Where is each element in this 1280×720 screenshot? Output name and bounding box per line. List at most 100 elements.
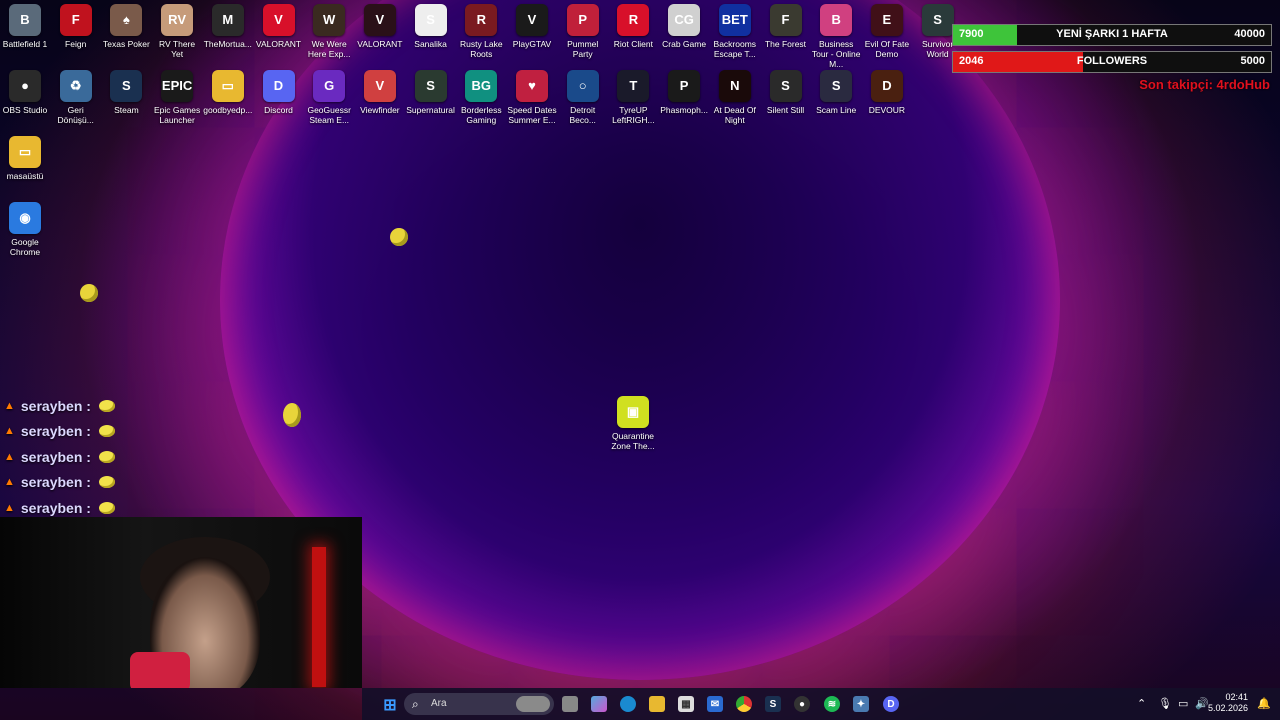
app-icon: S: [820, 70, 853, 102]
app-icon: F: [59, 4, 92, 36]
app-icon: ♠: [110, 4, 143, 36]
desktop-icon-label: Supernatural: [406, 105, 455, 115]
potato-emote-icon: [390, 228, 408, 246]
file-explorer-icon[interactable]: [649, 696, 665, 712]
desktop-icon-label: TyreUP LeftRIGH...: [612, 105, 655, 125]
webcam-feed: [0, 517, 362, 688]
desktop-icon[interactable]: EPIC Epic Games Launcher: [152, 70, 202, 125]
desktop-icon[interactable]: M TheMortua...: [203, 4, 253, 49]
discord-taskbar-icon[interactable]: D: [883, 696, 899, 712]
desktop-icon[interactable]: F The Forest: [761, 4, 811, 49]
desktop-icon-label: Detroit Beco...: [569, 105, 596, 125]
desktop-icon[interactable]: ○ Detroit Beco...: [558, 70, 608, 125]
desktop-icon[interactable]: ♥ Speed Dates Summer E...: [507, 70, 557, 125]
chrome-taskbar-icon[interactable]: [736, 696, 752, 712]
flame-badge-icon: ▲: [4, 425, 15, 438]
search-icon: ⌕: [412, 697, 419, 711]
chevron-up-icon[interactable]: ⌃: [1137, 697, 1146, 710]
obs-taskbar-icon[interactable]: ●: [794, 696, 810, 712]
chat-username: serayben :: [20, 448, 91, 465]
desktop-icon-label: goodbyedp...: [203, 105, 253, 115]
desktop-icon[interactable]: S Silent Still: [761, 70, 811, 115]
desktop-icon[interactable]: P Phasmoph...: [659, 70, 709, 115]
app-icon: BG: [465, 70, 498, 102]
desktop-icon[interactable]: V VALORANT: [254, 4, 304, 49]
desktop-icon[interactable]: B Battlefield 1: [0, 4, 50, 49]
mail-icon[interactable]: ✉: [707, 696, 723, 712]
app-icon: N: [718, 70, 751, 102]
desktop-icon-label: RV There Yet: [159, 39, 196, 59]
app-taskbar-icon[interactable]: ✦: [853, 696, 869, 712]
desktop-icon[interactable]: ♻ Geri Dönüşü...: [51, 70, 101, 125]
desktop-icon-label: Epic Games Launcher: [153, 105, 201, 125]
desktop-icon-label: Crab Game: [662, 39, 707, 49]
desktop-icon[interactable]: N At Dead Of Night: [710, 70, 760, 125]
flame-badge-icon: ▲: [4, 450, 15, 463]
potato-emote-icon: [98, 476, 115, 489]
desktop-icon-label: Battlefield 1: [2, 39, 48, 49]
desktop-icon[interactable]: ▭ goodbyedp...: [203, 70, 253, 115]
desktop-icon[interactable]: S Sanalika: [406, 4, 456, 49]
chat-username: serayben :: [20, 499, 91, 516]
desktop-icon[interactable]: ▭ masaüstü: [0, 136, 50, 181]
clock[interactable]: 02:41 5.02.2026: [1208, 692, 1248, 714]
desktop-icon-label: Scam Line: [816, 105, 857, 115]
app-icon: D: [262, 70, 295, 102]
desktop-icon[interactable]: ♠ Texas Poker: [101, 4, 151, 49]
notification-icon[interactable]: 🔔: [1257, 697, 1271, 710]
desktop-icon[interactable]: BET Backrooms Escape T...: [710, 4, 760, 59]
flame-badge-icon: ▲: [4, 476, 15, 489]
app-icon: V: [363, 4, 396, 36]
desktop-icon[interactable]: ● OBS Studio: [0, 70, 50, 115]
desktop-icon[interactable]: P Pummel Party: [558, 4, 608, 59]
desktop-icon[interactable]: S Scam Line: [811, 70, 861, 115]
desktop-icon[interactable]: S Supernatural: [406, 70, 456, 115]
desktop-icon-label: Speed Dates Summer E...: [507, 105, 557, 125]
spotify-icon[interactable]: ≋: [824, 696, 840, 712]
desktop-icon[interactable]: D Discord: [254, 70, 304, 115]
copilot-icon[interactable]: [591, 696, 607, 712]
microphone-icon[interactable]: 🎙: [1158, 697, 1172, 710]
desktop-icon[interactable]: V PlayGTAV: [507, 4, 557, 49]
desktop-icon-label: Texas Poker: [103, 39, 150, 49]
app-icon: S: [921, 4, 954, 36]
volume-icon[interactable]: 🔊: [1195, 697, 1209, 710]
desktop-icon[interactable]: D DEVOUR: [862, 70, 912, 115]
taskbar-search[interactable]: ⌕ Ara: [404, 693, 554, 715]
goal-bar-song: 7900 YENİ ŞARKI 1 HAFTA 40000: [952, 24, 1272, 46]
edge-icon[interactable]: [620, 696, 636, 712]
desktop-icon[interactable]: B Business Tour - Online M...: [811, 4, 861, 69]
network-icon[interactable]: ▭: [1178, 697, 1188, 710]
app-icon: D: [870, 70, 903, 102]
desktop-icon[interactable]: R Rusty Lake Roots: [456, 4, 506, 59]
app-icon: R: [617, 4, 650, 36]
desktop-icon-label: Google Chrome: [9, 237, 41, 257]
store-icon[interactable]: ▦: [678, 696, 694, 712]
app-icon: P: [566, 4, 599, 36]
desktop-icon[interactable]: G GeoGuessr Steam E...: [304, 70, 354, 125]
desktop-icon[interactable]: CG Crab Game: [659, 4, 709, 49]
desktop-icon[interactable]: R Riot Client: [608, 4, 658, 49]
desktop-icon[interactable]: RV RV There Yet: [152, 4, 202, 59]
desktop-icon-label: Business Tour - Online M...: [811, 39, 861, 69]
app-icon: BET: [718, 4, 751, 36]
desktop-icon[interactable]: BG Borderless Gaming: [456, 70, 506, 125]
app-icon: M: [211, 4, 244, 36]
desktop-icon[interactable]: S Steam: [101, 70, 151, 115]
desktop-icon[interactable]: ▣ Quarantine Zone The...: [608, 396, 658, 451]
desktop-icon[interactable]: W We Were Here Exp...: [304, 4, 354, 59]
desktop-icon[interactable]: T TyreUP LeftRIGH...: [608, 70, 658, 125]
desktop-icon-label: Phasmoph...: [660, 105, 708, 115]
app-icon: V: [363, 70, 396, 102]
desktop-icon[interactable]: ◉ Google Chrome: [0, 202, 50, 257]
steam-taskbar-icon[interactable]: S: [765, 696, 781, 712]
task-view-icon[interactable]: [562, 696, 578, 712]
start-button[interactable]: ⊞: [381, 696, 399, 714]
desktop-icon[interactable]: V Viewfinder: [355, 70, 405, 115]
desktop-icon-label: VALORANT: [357, 39, 403, 49]
desktop-icon-label: At Dead Of Night: [713, 105, 756, 125]
desktop-icon[interactable]: E Evil Of Fate Demo: [862, 4, 912, 59]
desktop-icon[interactable]: F Feign: [51, 4, 101, 49]
app-icon: W: [313, 4, 346, 36]
desktop-icon[interactable]: V VALORANT: [355, 4, 405, 49]
